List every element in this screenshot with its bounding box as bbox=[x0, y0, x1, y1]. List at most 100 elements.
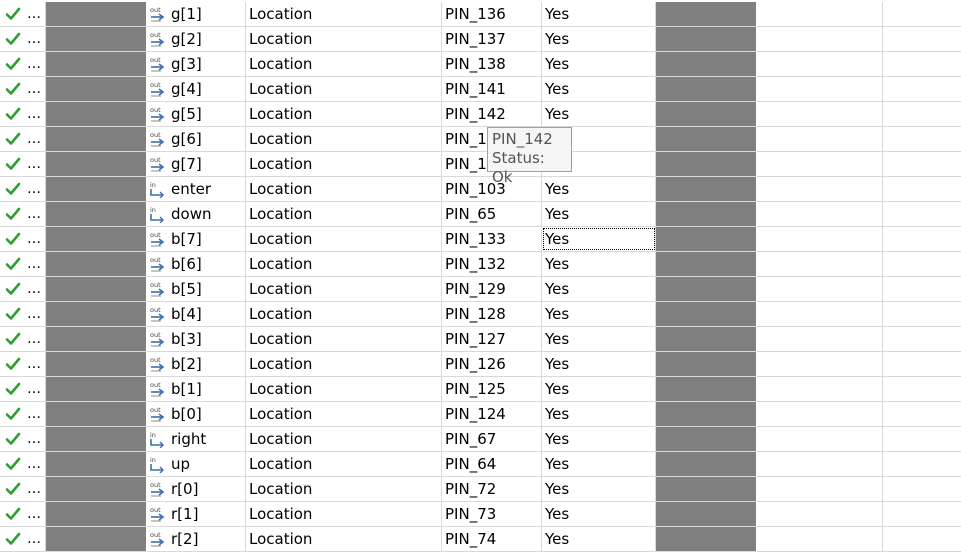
comment-cell[interactable] bbox=[756, 527, 883, 551]
table-row[interactable]: … out b[7] Location PIN_133 Yes bbox=[0, 227, 961, 252]
enabled-cell[interactable]: Yes bbox=[542, 202, 656, 226]
value-cell[interactable]: PIN_74 bbox=[442, 527, 542, 551]
comment-cell[interactable] bbox=[756, 127, 883, 151]
value-cell[interactable]: PIN_137 bbox=[442, 27, 542, 51]
value-cell[interactable]: PIN_129 bbox=[442, 277, 542, 301]
status-cell[interactable]: … bbox=[0, 277, 46, 301]
status-ellipsis[interactable]: … bbox=[27, 127, 41, 151]
to-cell[interactable]: out b[6] bbox=[146, 252, 246, 276]
status-cell[interactable]: … bbox=[0, 27, 46, 51]
status-ellipsis[interactable]: … bbox=[27, 2, 41, 26]
table-row[interactable]: … out g[5] Location PIN_142 Yes bbox=[0, 102, 961, 127]
status-cell[interactable]: … bbox=[0, 327, 46, 351]
enabled-cell[interactable]: Yes bbox=[542, 527, 656, 551]
tag-cell[interactable] bbox=[883, 102, 961, 126]
comment-cell[interactable] bbox=[756, 77, 883, 101]
table-row[interactable]: … in up Location PIN_64 Yes bbox=[0, 452, 961, 477]
assignment-name-cell[interactable]: Location bbox=[246, 177, 442, 201]
comment-cell[interactable] bbox=[756, 102, 883, 126]
value-cell[interactable]: PIN_142 bbox=[442, 102, 542, 126]
tag-cell[interactable] bbox=[883, 477, 961, 501]
status-cell[interactable]: … bbox=[0, 52, 46, 76]
status-ellipsis[interactable]: … bbox=[27, 252, 41, 276]
to-cell[interactable]: out b[1] bbox=[146, 377, 246, 401]
comment-cell[interactable] bbox=[756, 452, 883, 476]
comment-cell[interactable] bbox=[756, 202, 883, 226]
comment-cell[interactable] bbox=[756, 227, 883, 251]
status-cell[interactable]: … bbox=[0, 302, 46, 326]
comment-cell[interactable] bbox=[756, 327, 883, 351]
assignment-name-cell[interactable]: Location bbox=[246, 277, 442, 301]
table-row[interactable]: … in right Location PIN_67 Yes bbox=[0, 427, 961, 452]
status-ellipsis[interactable]: … bbox=[27, 427, 41, 451]
assignment-name-cell[interactable]: Location bbox=[246, 202, 442, 226]
tag-cell[interactable] bbox=[883, 152, 961, 176]
assignment-name-cell[interactable]: Location bbox=[246, 452, 442, 476]
tag-cell[interactable] bbox=[883, 352, 961, 376]
table-row[interactable]: … out b[6] Location PIN_132 Yes bbox=[0, 252, 961, 277]
tag-cell[interactable] bbox=[883, 127, 961, 151]
status-ellipsis[interactable]: … bbox=[27, 302, 41, 326]
table-row[interactable]: … out g[3] Location PIN_138 Yes bbox=[0, 52, 961, 77]
value-cell[interactable]: PIN_125 bbox=[442, 377, 542, 401]
table-row[interactable]: … out b[4] Location PIN_128 Yes bbox=[0, 302, 961, 327]
value-cell[interactable]: PIN_138 bbox=[442, 52, 542, 76]
tag-cell[interactable] bbox=[883, 77, 961, 101]
value-cell[interactable]: PIN_65 bbox=[442, 202, 542, 226]
status-ellipsis[interactable]: … bbox=[27, 477, 41, 501]
assignment-name-cell[interactable]: Location bbox=[246, 327, 442, 351]
enabled-cell[interactable]: Yes bbox=[542, 52, 656, 76]
status-cell[interactable]: … bbox=[0, 527, 46, 551]
to-cell[interactable]: out g[4] bbox=[146, 77, 246, 101]
value-cell[interactable]: PIN_141 bbox=[442, 77, 542, 101]
status-cell[interactable]: … bbox=[0, 502, 46, 526]
table-row[interactable]: … out b[1] Location PIN_125 Yes bbox=[0, 377, 961, 402]
status-ellipsis[interactable]: … bbox=[27, 202, 41, 226]
tag-cell[interactable] bbox=[883, 2, 961, 26]
enabled-cell[interactable]: Yes bbox=[542, 502, 656, 526]
status-ellipsis[interactable]: … bbox=[27, 377, 41, 401]
status-cell[interactable]: … bbox=[0, 427, 46, 451]
status-ellipsis[interactable]: … bbox=[27, 77, 41, 101]
value-cell[interactable]: PIN_67 bbox=[442, 427, 542, 451]
comment-cell[interactable] bbox=[756, 177, 883, 201]
comment-cell[interactable] bbox=[756, 377, 883, 401]
comment-cell[interactable] bbox=[756, 52, 883, 76]
to-cell[interactable]: in right bbox=[146, 427, 246, 451]
enabled-cell[interactable]: Yes bbox=[542, 277, 656, 301]
value-cell[interactable]: PIN_72 bbox=[442, 477, 542, 501]
table-row[interactable]: … out r[0] Location PIN_72 Yes bbox=[0, 477, 961, 502]
assignment-name-cell[interactable]: Location bbox=[246, 527, 442, 551]
to-cell[interactable]: out b[7] bbox=[146, 227, 246, 251]
status-ellipsis[interactable]: … bbox=[27, 277, 41, 301]
status-cell[interactable]: … bbox=[0, 2, 46, 26]
table-row[interactable]: … out g[1] Location PIN_136 Yes bbox=[0, 2, 961, 27]
table-row[interactable]: … out g[4] Location PIN_141 Yes bbox=[0, 77, 961, 102]
assignment-name-cell[interactable]: Location bbox=[246, 227, 442, 251]
to-cell[interactable]: out b[5] bbox=[146, 277, 246, 301]
assignment-name-cell[interactable]: Location bbox=[246, 127, 442, 151]
to-cell[interactable]: in enter bbox=[146, 177, 246, 201]
status-cell[interactable]: … bbox=[0, 402, 46, 426]
to-cell[interactable]: out r[1] bbox=[146, 502, 246, 526]
to-cell[interactable]: out g[5] bbox=[146, 102, 246, 126]
status-cell[interactable]: … bbox=[0, 377, 46, 401]
tag-cell[interactable] bbox=[883, 502, 961, 526]
value-cell[interactable]: PIN_136 bbox=[442, 2, 542, 26]
table-row[interactable]: … out g[7] Location PIN_1 bbox=[0, 152, 961, 177]
to-cell[interactable]: out b[2] bbox=[146, 352, 246, 376]
assignment-name-cell[interactable]: Location bbox=[246, 152, 442, 176]
comment-cell[interactable] bbox=[756, 502, 883, 526]
assignment-name-cell[interactable]: Location bbox=[246, 77, 442, 101]
enabled-cell[interactable]: Yes bbox=[542, 377, 656, 401]
enabled-cell[interactable]: Yes bbox=[542, 477, 656, 501]
value-cell[interactable]: PIN_133 bbox=[442, 227, 542, 251]
comment-cell[interactable] bbox=[756, 27, 883, 51]
tag-cell[interactable] bbox=[883, 527, 961, 551]
table-row[interactable]: … out b[5] Location PIN_129 Yes bbox=[0, 277, 961, 302]
tag-cell[interactable] bbox=[883, 402, 961, 426]
comment-cell[interactable] bbox=[756, 277, 883, 301]
table-row[interactable]: … out b[3] Location PIN_127 Yes bbox=[0, 327, 961, 352]
tag-cell[interactable] bbox=[883, 202, 961, 226]
enabled-cell[interactable]: Yes bbox=[542, 427, 656, 451]
